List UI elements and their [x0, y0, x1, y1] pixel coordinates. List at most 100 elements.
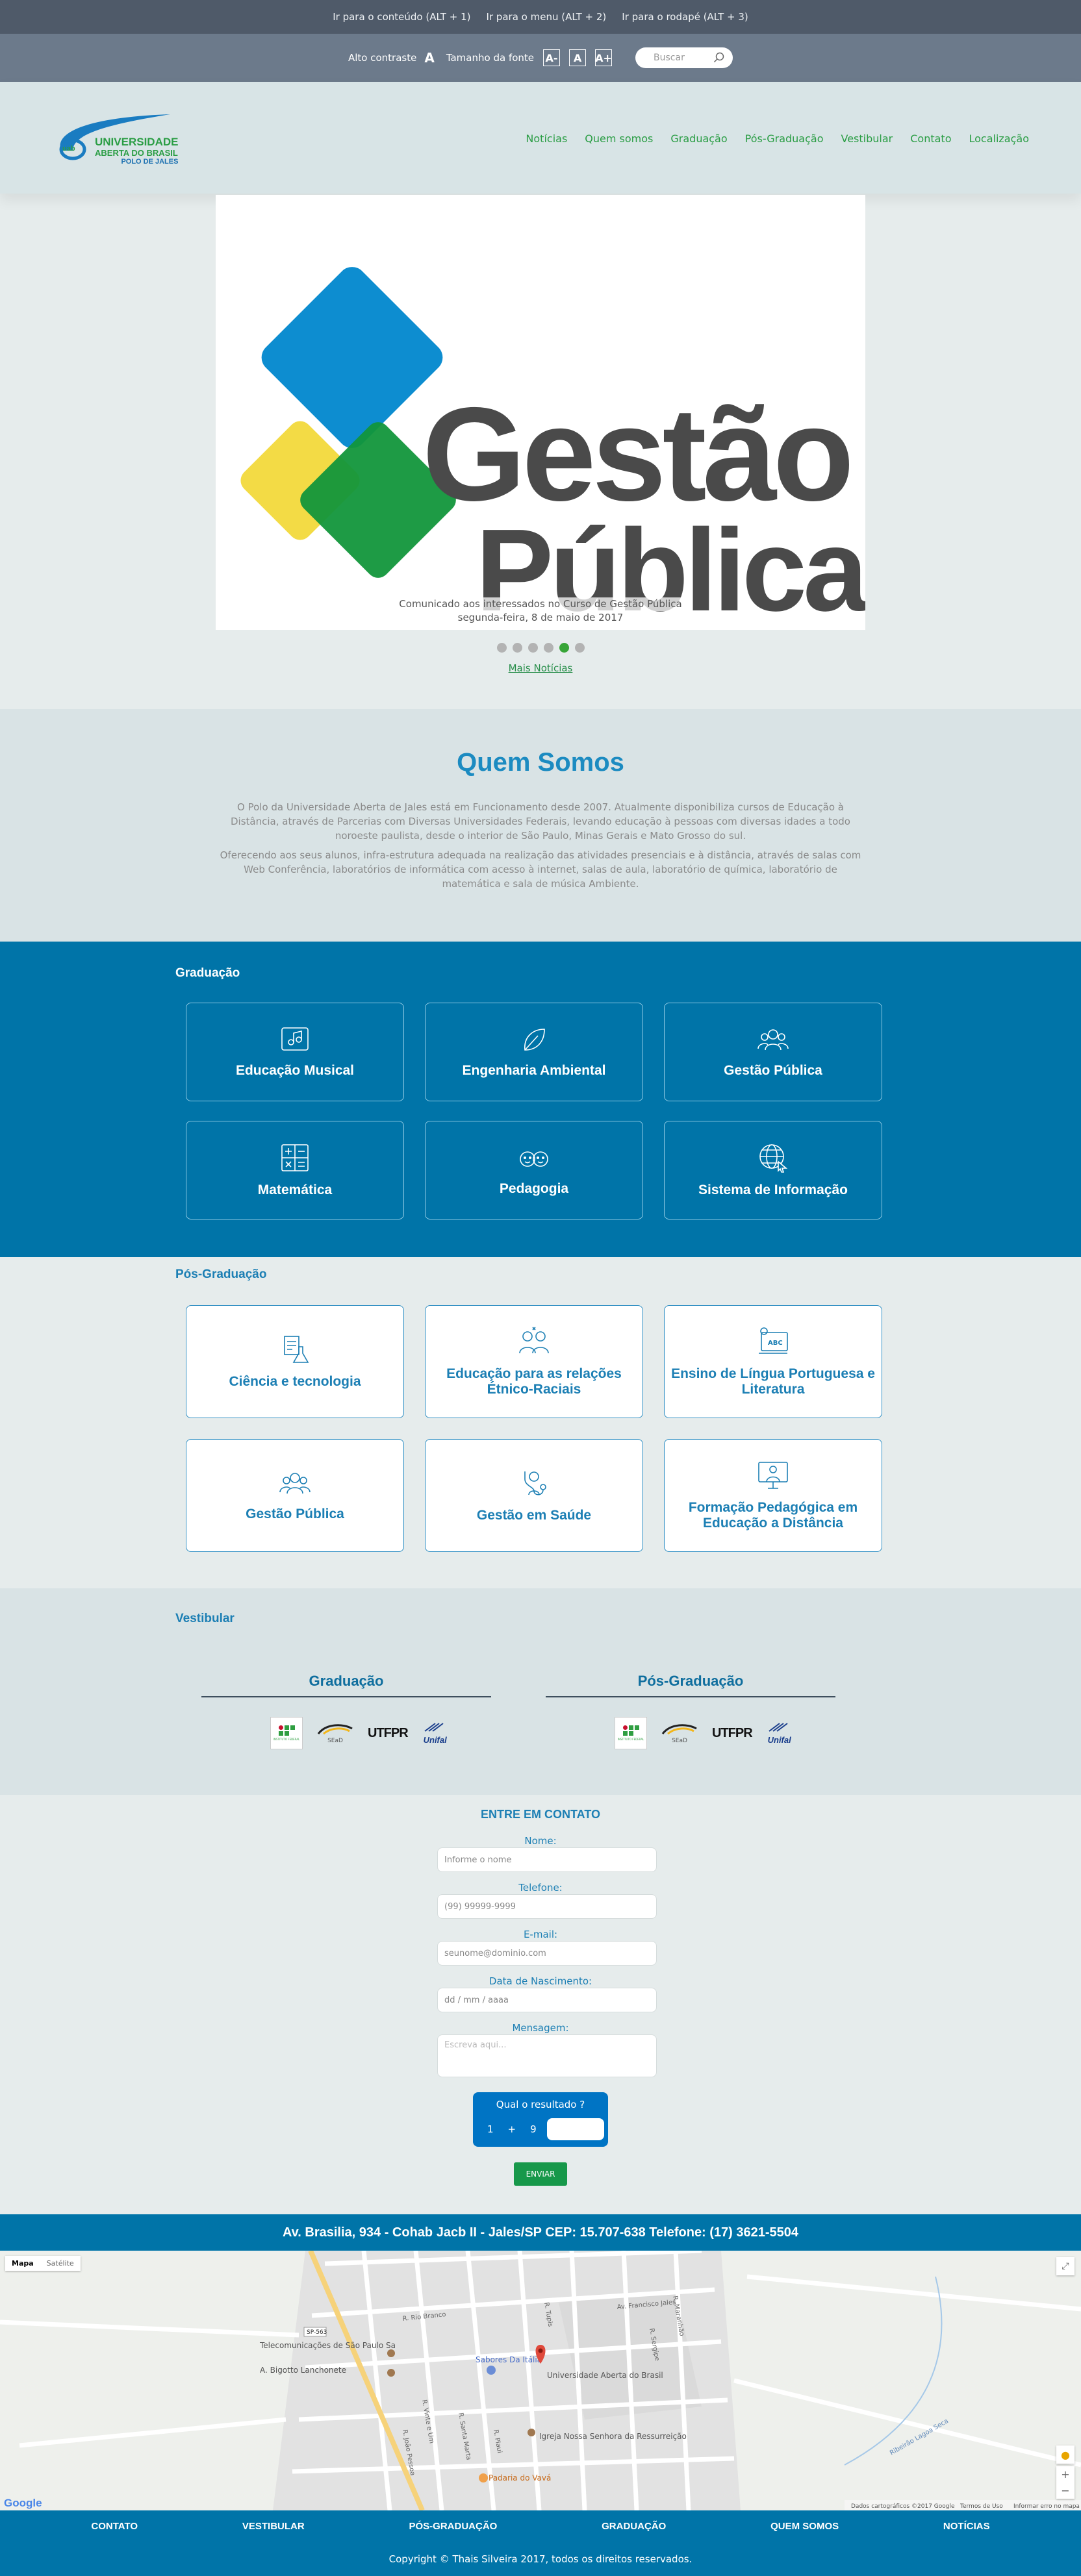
- footer-link-vestibular[interactable]: VESTIBULAR: [242, 2521, 305, 2532]
- footer-link-noticias[interactable]: NOTÍCIAS: [943, 2521, 990, 2532]
- vestibular-pos-heading[interactable]: Pós-Graduação: [546, 1673, 835, 1697]
- sead-logo[interactable]: SEaD: [661, 1722, 698, 1744]
- name-field[interactable]: Informe o nome: [437, 1847, 657, 1872]
- skip-to-content-link[interactable]: Ir para o conteúdo (ALT + 1): [333, 11, 470, 23]
- place-padaria[interactable]: Padaria do Vavá: [489, 2473, 551, 2482]
- course-card-ciencia-tecnologia[interactable]: Ciência e tecnologia: [186, 1305, 404, 1418]
- footer-link-pos-graduacao[interactable]: PÓS-GRADUAÇÃO: [409, 2521, 498, 2532]
- fullscreen-icon[interactable]: ⤢: [1056, 2257, 1075, 2275]
- utfpr-logo[interactable]: UTFPR: [712, 1726, 753, 1741]
- graduacao-title: Graduação: [175, 966, 240, 980]
- zoom-out-icon[interactable]: −: [1061, 2484, 1069, 2497]
- if-logo[interactable]: INSTITUTO FEDERAL: [270, 1717, 303, 1749]
- carousel-dot[interactable]: [528, 643, 538, 653]
- search-box[interactable]: Buscar: [635, 47, 733, 68]
- footer-link-quem-somos[interactable]: QUEM SOMOS: [770, 2521, 839, 2532]
- course-card-sistema-informacao[interactable]: Sistema de Informação: [664, 1121, 882, 1219]
- place-telecom[interactable]: Telecomunicações de São Paulo Sa: [259, 2341, 396, 2350]
- caption-title[interactable]: Comunicado aos interessados no Curso de …: [395, 597, 686, 611]
- carousel-slide[interactable]: Gestão Pública: [216, 195, 873, 636]
- pegman-icon[interactable]: ●: [1056, 2445, 1075, 2464]
- nav-vestibular[interactable]: Vestibular: [841, 132, 893, 145]
- nav-graduacao[interactable]: Graduação: [670, 132, 727, 145]
- carousel-dot[interactable]: [543, 643, 553, 653]
- nav-pos-graduacao[interactable]: Pós-Graduação: [745, 132, 824, 145]
- captcha-a: 1: [487, 2123, 494, 2135]
- course-card-gestao-publica-pos[interactable]: Gestão Pública: [186, 1439, 404, 1552]
- place-lanchonete[interactable]: A. Bigotto Lanchonete: [260, 2366, 346, 2375]
- course-card-educacao-musical[interactable]: Educação Musical: [186, 1003, 404, 1101]
- logo-line-3: POLO DE JALES: [121, 157, 179, 166]
- font-decrease-button[interactable]: A-: [543, 49, 561, 66]
- course-label: Gestão Pública: [724, 1062, 822, 1078]
- carousel-dot-active[interactable]: [559, 643, 569, 653]
- footer-link-graduacao[interactable]: GRADUAÇÃO: [602, 2521, 666, 2532]
- utfpr-logo[interactable]: UTFPR: [368, 1726, 409, 1741]
- place-igreja[interactable]: Igreja Nossa Senhora da Ressurreição: [539, 2432, 687, 2441]
- carousel-dot[interactable]: [496, 643, 507, 653]
- sead-logo-text: SEaD: [672, 1738, 687, 1744]
- place-sabores[interactable]: Sabores Da Itália: [476, 2355, 542, 2364]
- calculator-icon: [281, 1144, 309, 1171]
- phone-field[interactable]: (99) 99999-9999: [437, 1894, 657, 1919]
- carousel-dot[interactable]: [574, 643, 585, 653]
- course-card-matematica[interactable]: Matemática: [186, 1121, 404, 1219]
- sead-logo[interactable]: SEaD: [317, 1722, 353, 1744]
- nav-contato[interactable]: Contato: [910, 132, 951, 145]
- course-card-gestao-publica[interactable]: Gestão Pública: [664, 1003, 882, 1101]
- course-card-engenharia-ambiental[interactable]: Engenharia Ambiental: [425, 1003, 643, 1101]
- map-canvas[interactable]: SP-563 Telecomunicações de São Paulo Sa …: [0, 2251, 1081, 2510]
- map-report-link[interactable]: Informar erro no mapa: [1013, 2503, 1080, 2510]
- captcha-answer-input[interactable]: [546, 2118, 604, 2140]
- high-contrast-label[interactable]: Alto contraste: [348, 52, 416, 64]
- unifal-logo[interactable]: Unifal: [767, 1722, 793, 1745]
- toolbar: Alto contraste A Tamanho da fonte A- A A…: [0, 34, 1081, 82]
- nav-localizacao[interactable]: Localização: [969, 132, 1029, 145]
- font-size-label: Tamanho da fonte: [446, 52, 535, 64]
- search-input[interactable]: Buscar: [654, 53, 685, 63]
- logo-line-1: UNIVERSIDADE: [95, 136, 179, 148]
- nav-quem-somos[interactable]: Quem somos: [585, 132, 653, 145]
- captcha-b: 9: [530, 2123, 537, 2135]
- unifal-lines-icon: [769, 1722, 788, 1732]
- contact-title: ENTRE EM CONTATO: [481, 1808, 600, 1821]
- course-card-formacao-pedagogica[interactable]: Formação Pedagógica em Educação a Distân…: [664, 1439, 882, 1552]
- message-textarea[interactable]: Escreva aqui...: [437, 2034, 657, 2077]
- search-icon[interactable]: [713, 52, 725, 64]
- contrast-icon[interactable]: A: [424, 50, 434, 66]
- map-type-toggle: Mapa Satélite: [5, 2256, 81, 2271]
- carousel-dot[interactable]: [512, 643, 522, 653]
- course-card-gestao-saude[interactable]: Gestão em Saúde: [425, 1439, 643, 1552]
- quem-somos-section: Quem Somos O Polo da Universidade Aberta…: [0, 709, 1081, 942]
- course-card-lingua-portuguesa[interactable]: ABC Ensino de Língua Portuguesa e Litera…: [664, 1305, 882, 1418]
- captcha-op: +: [507, 2123, 516, 2135]
- course-card-etnico-raciais[interactable]: Educação para as relações Étnico-Raciais: [425, 1305, 643, 1418]
- skip-to-footer-link[interactable]: Ir para o rodapé (ALT + 3): [622, 11, 748, 23]
- zoom-in-icon[interactable]: +: [1061, 2468, 1069, 2481]
- email-field[interactable]: seunome@dominio.com: [437, 1941, 657, 1966]
- map-type-satellite[interactable]: Satélite: [40, 2256, 81, 2271]
- send-button[interactable]: ENVIAR: [514, 2162, 567, 2186]
- footer-link-contato[interactable]: CONTATO: [91, 2521, 138, 2532]
- logo-text: UNIVERSIDADE ABERTA DO BRASIL POLO DE JA…: [95, 136, 178, 166]
- more-news-link[interactable]: Mais Notícias: [0, 662, 1081, 674]
- skip-to-menu-link[interactable]: Ir para o menu (ALT + 2): [486, 11, 606, 23]
- if-logo[interactable]: INSTITUTO FEDERAL: [615, 1717, 647, 1749]
- map-terms-link[interactable]: Termos de Uso: [960, 2503, 1003, 2510]
- abc-board-icon: ABC: [759, 1327, 788, 1354]
- map-type-map[interactable]: Mapa: [5, 2256, 40, 2271]
- sead-swoosh-icon: [317, 1724, 353, 1735]
- google-logo[interactable]: Google: [4, 2497, 42, 2509]
- font-reset-button[interactable]: A: [569, 49, 587, 66]
- nav-noticias[interactable]: Notícias: [526, 132, 567, 145]
- vestibular-graduacao-heading[interactable]: Graduação: [201, 1673, 491, 1697]
- course-card-pedagogia[interactable]: Pedagogia: [425, 1121, 643, 1219]
- quem-somos-title: Quem Somos: [457, 748, 624, 777]
- globe-cursor-icon: [759, 1144, 788, 1173]
- gestao-publica-image: Gestão Pública: [216, 195, 873, 636]
- birthdate-field[interactable]: dd / mm / aaaa: [437, 1988, 657, 2012]
- font-increase-button[interactable]: A+: [595, 49, 613, 66]
- place-uab[interactable]: Universidade Aberta do Brasil: [547, 2371, 663, 2380]
- map[interactable]: SP-563 Telecomunicações de São Paulo Sa …: [0, 2251, 1081, 2510]
- unifal-logo[interactable]: Unifal: [422, 1722, 448, 1745]
